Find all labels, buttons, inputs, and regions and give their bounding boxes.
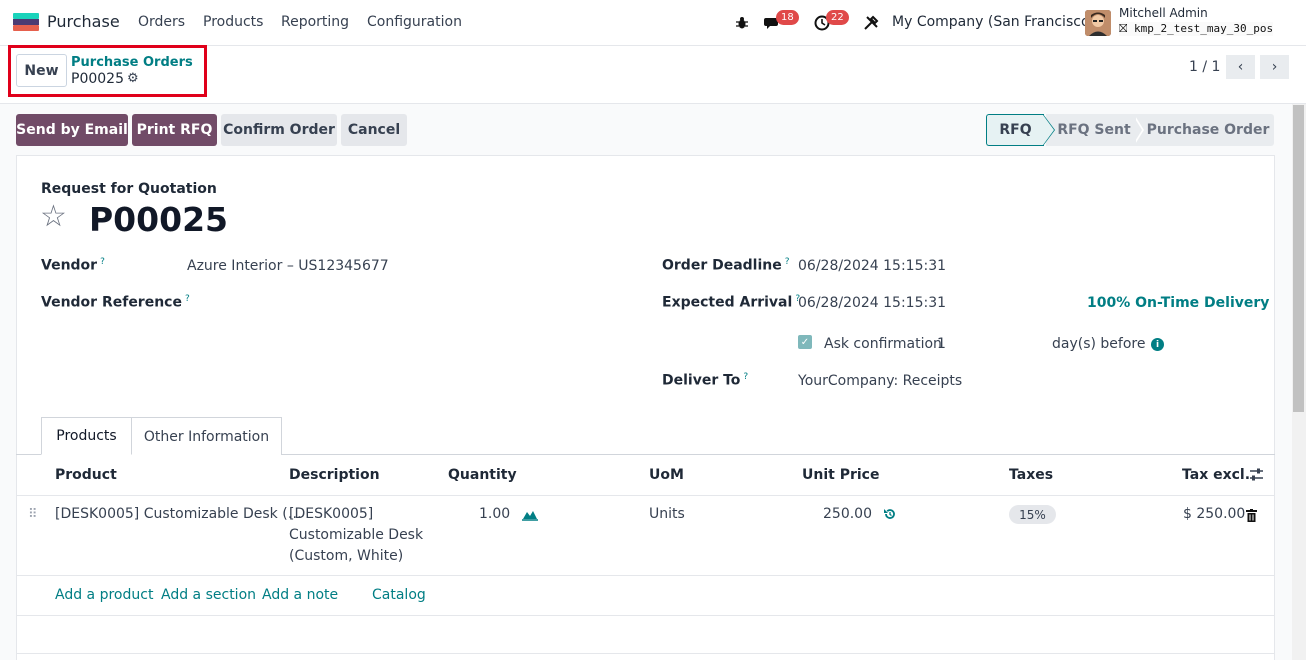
expected-arrival-label: Expected Arrival?	[662, 294, 801, 311]
messages-count-badge: 18	[776, 10, 799, 25]
days-before-label: day(s) before	[1052, 336, 1146, 352]
purchase-app-icon[interactable]	[13, 13, 39, 31]
database-label: kmp_2_test_may_30_pos	[1134, 22, 1274, 35]
ask-confirmation-label: Ask confirmation	[824, 336, 942, 352]
header-divider	[17, 495, 1274, 496]
on-time-delivery-link[interactable]: 100% On-Time Delivery	[1087, 295, 1269, 311]
row-divider	[17, 575, 1274, 576]
column-description[interactable]: Description	[289, 467, 380, 483]
star-icon[interactable]: ☆	[40, 202, 67, 232]
print-rfq-button[interactable]: Print RFQ	[132, 114, 217, 146]
chevron-left-icon: ‹	[1237, 59, 1244, 75]
deliver-to-label: Deliver To?	[662, 372, 749, 389]
highlight-annotation	[8, 45, 207, 97]
cell-uom[interactable]: Units	[649, 504, 685, 525]
app-name[interactable]: Purchase	[47, 12, 120, 31]
description-line: (Custom, White)	[289, 548, 404, 564]
vendor-reference-label: Vendor Reference?	[41, 294, 190, 311]
pager-value[interactable]: 1 / 1	[1189, 59, 1220, 75]
menu-reporting[interactable]: Reporting	[281, 14, 349, 30]
user-name[interactable]: Mitchell Admin	[1119, 6, 1208, 20]
help-icon[interactable]: ?	[100, 257, 105, 267]
menu-configuration[interactable]: Configuration	[367, 14, 462, 30]
tab-products[interactable]: Products	[41, 417, 132, 455]
ask-confirmation-checkbox[interactable]: ✓	[798, 335, 812, 349]
cell-description[interactable]: [DESK0005] Customizable Desk (Custom, Wh…	[289, 504, 423, 567]
column-unit-price[interactable]: Unit Price	[802, 467, 879, 483]
help-icon[interactable]: ?	[743, 372, 748, 382]
menu-orders[interactable]: Orders	[138, 14, 185, 30]
column-settings-icon[interactable]	[1249, 467, 1264, 486]
vendor-field[interactable]: Azure Interior – US12345677	[187, 258, 389, 274]
bug-icon[interactable]	[733, 14, 751, 32]
reset-price-icon[interactable]	[883, 507, 897, 525]
cell-tax-excl: $ 250.00	[1183, 506, 1246, 522]
add-section-link[interactable]: Add a section	[161, 587, 256, 603]
vendor-label: Vendor?	[41, 257, 105, 274]
user-avatar[interactable]	[1085, 10, 1111, 36]
column-uom[interactable]: UoM	[649, 467, 684, 483]
confirm-order-button[interactable]: Confirm Order	[221, 114, 337, 146]
order-deadline-label: Order Deadline?	[662, 257, 790, 274]
status-active-arrow-fill	[1043, 115, 1054, 145]
help-icon[interactable]: ?	[785, 257, 790, 267]
status-rfq-sent[interactable]: RFQ Sent	[1046, 114, 1136, 146]
database-icon: ⛝	[1119, 22, 1134, 35]
tools-icon[interactable]	[862, 14, 880, 32]
column-tax-excl[interactable]: Tax excl.	[1182, 467, 1250, 483]
document-type: Request for Quotation	[41, 181, 217, 197]
row-divider	[17, 653, 1274, 654]
company-switcher[interactable]: My Company (San Francisco)	[892, 14, 1095, 30]
chevron-right-icon: ›	[1271, 59, 1278, 75]
forecast-chart-icon[interactable]	[522, 508, 538, 525]
description-line: [DESK0005]	[289, 506, 374, 522]
status-purchase-order[interactable]: Purchase Order	[1136, 114, 1274, 146]
cancel-button[interactable]: Cancel	[341, 114, 407, 146]
catalog-link[interactable]: Catalog	[372, 587, 426, 603]
send-by-email-button[interactable]: Send by Email	[16, 114, 128, 146]
cell-unit-price[interactable]: 250.00	[823, 504, 872, 525]
drag-handle-icon[interactable]: ⠿	[28, 507, 38, 522]
column-quantity[interactable]: Quantity	[448, 467, 517, 483]
database-name: ⛝ kmp_2_test_may_30_pos	[1119, 22, 1274, 36]
delete-row-icon[interactable]	[1246, 509, 1257, 526]
cell-product[interactable]: [DESK0005] Customizable Desk (…	[55, 504, 302, 525]
tax-badge[interactable]: 15%	[1009, 505, 1056, 524]
menu-products[interactable]: Products	[203, 14, 263, 30]
info-icon[interactable]: i	[1151, 338, 1164, 351]
activities-count-badge: 22	[826, 10, 849, 25]
scrollbar-thumb[interactable]	[1293, 105, 1304, 412]
vendor-reference-field[interactable]	[187, 294, 587, 314]
row-divider	[17, 615, 1274, 616]
add-product-link[interactable]: Add a product	[55, 587, 153, 603]
pager-next-button[interactable]: ›	[1260, 55, 1289, 79]
tab-other-information[interactable]: Other Information	[131, 417, 282, 455]
order-deadline-field[interactable]: 06/28/2024 15:15:31	[798, 258, 946, 274]
deliver-to-field[interactable]: YourCompany: Receipts	[798, 373, 962, 389]
pager-previous-button[interactable]: ‹	[1226, 55, 1255, 79]
document-name: P00025	[89, 200, 228, 239]
ask-confirmation-days-field[interactable]: 1	[937, 336, 946, 352]
cell-quantity[interactable]: 1.00	[479, 504, 510, 525]
description-line: Customizable Desk	[289, 527, 424, 543]
add-note-link[interactable]: Add a note	[262, 587, 338, 603]
column-taxes[interactable]: Taxes	[1009, 467, 1053, 483]
expected-arrival-field[interactable]: 06/28/2024 15:15:31	[798, 295, 946, 311]
status-rfq[interactable]: RFQ	[986, 114, 1044, 146]
column-product[interactable]: Product	[55, 467, 117, 483]
top-navbar: Purchase Orders Products Reporting Confi…	[0, 0, 1306, 46]
